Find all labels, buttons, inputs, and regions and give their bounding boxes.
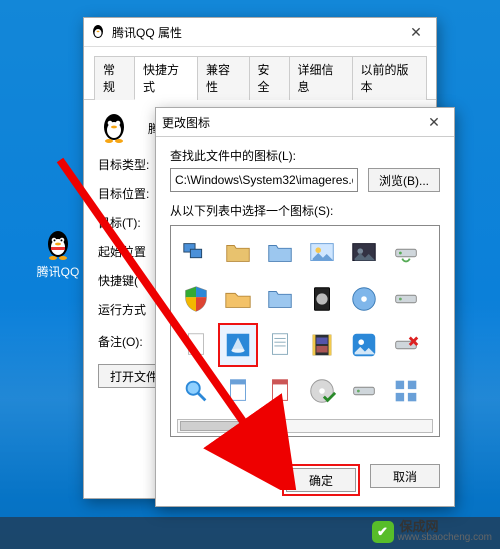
icon-grid-blue[interactable] xyxy=(387,370,425,412)
watermark: ✔ 保成网 www.sbaocheng.com xyxy=(372,520,493,543)
tab-compat[interactable]: 兼容性 xyxy=(197,56,250,100)
change-icon-titlebar[interactable]: 更改图标 ✕ xyxy=(156,108,454,137)
icon-search[interactable] xyxy=(177,370,215,412)
ok-button-highlight: 确定 xyxy=(282,464,360,496)
cancel-button[interactable]: 取消 xyxy=(370,464,440,488)
icon-photo-dark[interactable] xyxy=(345,232,383,274)
desktop-shortcut-qq[interactable]: 腾讯QQ xyxy=(34,229,82,279)
desktop-shortcut-label: 腾讯QQ xyxy=(34,265,82,279)
watermark-url: www.sbaocheng.com xyxy=(398,533,493,543)
icon-shield-uac[interactable] xyxy=(177,278,215,320)
icon-blank-page[interactable] xyxy=(177,324,215,366)
icon-doc-red[interactable] xyxy=(261,370,299,412)
icon-drive-x[interactable] xyxy=(387,324,425,366)
icon-monitors[interactable] xyxy=(177,232,215,274)
icon-disc-blue[interactable] xyxy=(345,278,383,320)
icon-photo-app[interactable] xyxy=(345,324,383,366)
qq-penguin-icon xyxy=(90,24,106,40)
icon-list[interactable] xyxy=(170,225,440,437)
close-icon[interactable]: ✕ xyxy=(402,24,430,41)
icon-list-scrollbar[interactable] xyxy=(177,419,433,433)
scrollbar-thumb[interactable] xyxy=(180,421,242,431)
close-icon[interactable]: ✕ xyxy=(420,114,448,131)
icon-doc-blue[interactable] xyxy=(219,370,257,412)
icon-cone-blue[interactable] xyxy=(219,324,257,366)
tab-general[interactable]: 常规 xyxy=(94,56,135,100)
icon-film[interactable] xyxy=(303,324,341,366)
icon-folder-blue2[interactable] xyxy=(261,278,299,320)
tab-security[interactable]: 安全 xyxy=(249,56,290,100)
icon-drive[interactable] xyxy=(387,278,425,320)
tab-shortcut[interactable]: 快捷方式 xyxy=(134,56,198,100)
icon-disc-check[interactable] xyxy=(303,370,341,412)
find-in-file-label: 查找此文件中的图标(L): xyxy=(170,147,440,164)
desktop-background: 腾讯QQ 腾讯QQ 属性 ✕ 常规 快捷方式 兼容性 安全 详细信息 以前的版本… xyxy=(0,0,500,549)
properties-titlebar[interactable]: 腾讯QQ 属性 ✕ xyxy=(84,18,436,47)
icon-drive-net[interactable] xyxy=(387,232,425,274)
icon-dvd-box[interactable] xyxy=(303,278,341,320)
icon-folder-tan[interactable] xyxy=(219,232,257,274)
icon-drive-gray[interactable] xyxy=(345,370,383,412)
browse-button[interactable]: 浏览(B)... xyxy=(368,168,440,192)
tab-details[interactable]: 详细信息 xyxy=(289,56,353,100)
qq-penguin-icon xyxy=(42,229,74,261)
change-icon-title: 更改图标 xyxy=(162,114,420,131)
icon-folder-open[interactable] xyxy=(219,278,257,320)
change-icon-dialog: 更改图标 ✕ 查找此文件中的图标(L): 浏览(B)... 从以下列表中选择一个… xyxy=(155,107,455,507)
qq-penguin-icon xyxy=(98,112,130,144)
properties-title: 腾讯QQ 属性 xyxy=(112,24,402,41)
select-icon-label: 从以下列表中选择一个图标(S): xyxy=(170,202,440,219)
icon-photo[interactable] xyxy=(303,232,341,274)
icon-doc-lines[interactable] xyxy=(261,324,299,366)
icon-folder-blue[interactable] xyxy=(261,232,299,274)
properties-tabs: 常规 快捷方式 兼容性 安全 详细信息 以前的版本 xyxy=(84,47,436,100)
tab-previous[interactable]: 以前的版本 xyxy=(352,56,428,100)
icon-path-input[interactable] xyxy=(170,168,358,192)
change-icon-footer: 确定 取消 xyxy=(156,464,454,496)
ok-button[interactable]: 确定 xyxy=(286,468,356,492)
watermark-badge-icon: ✔ xyxy=(372,521,394,543)
